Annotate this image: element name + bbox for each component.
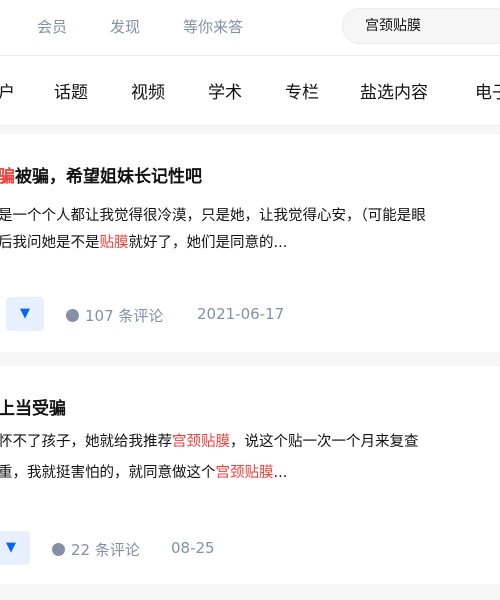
- search-result-card: 上当受骗 怀不了孩子，她就给我推荐宫颈贴膜，说这个贴一次一个月来复查 重，我就挺…: [0, 366, 500, 584]
- tab-users[interactable]: 户: [0, 78, 15, 103]
- tab-ebooks[interactable]: 电子: [475, 78, 500, 103]
- result-excerpt-line[interactable]: 后我问她是不是贴膜就好了，她们是同意的...: [0, 231, 287, 252]
- triangle-down-icon: ▼: [20, 306, 30, 321]
- tab-academic[interactable]: 学术: [208, 78, 242, 103]
- nav-vip[interactable]: 会员: [37, 16, 67, 37]
- comment-icon: [52, 543, 65, 556]
- tab-salt-selection[interactable]: 盐选内容: [360, 78, 428, 103]
- search-type-tabs: 户 话题 视频 学术 专栏 盐选内容 电子: [0, 56, 500, 126]
- comments-link[interactable]: 22 条评论: [52, 539, 140, 560]
- vote-down-button[interactable]: ▼: [6, 297, 44, 331]
- result-title[interactable]: 骗被骗，希望姐妹长记性吧: [0, 162, 202, 187]
- search-result-card: 骗被骗，希望姐妹长记性吧 是一个个人都让我觉得很冷漠，只是她，让我觉得心安，（可…: [0, 134, 500, 352]
- tab-videos[interactable]: 视频: [131, 78, 165, 103]
- result-date: 08-25: [171, 539, 215, 557]
- nav-discover[interactable]: 发现: [110, 16, 140, 37]
- vote-down-button[interactable]: ▼: [0, 531, 30, 565]
- tab-columns[interactable]: 专栏: [285, 78, 319, 103]
- result-excerpt-line[interactable]: 重，我就挺害怕的，就同意做这个宫颈贴膜...: [0, 461, 287, 482]
- comments-link[interactable]: 107 条评论: [66, 305, 163, 326]
- tab-topics[interactable]: 话题: [54, 78, 88, 103]
- search-query: 宫颈贴膜: [365, 18, 421, 34]
- comment-icon: [66, 309, 79, 322]
- top-bar: 会员 发现 等你来答 宫颈贴膜: [0, 0, 500, 56]
- nav-waiting-answers[interactable]: 等你来答: [183, 16, 243, 37]
- result-title[interactable]: 上当受骗: [0, 394, 66, 419]
- result-excerpt-line[interactable]: 怀不了孩子，她就给我推荐宫颈贴膜，说这个贴一次一个月来复查: [0, 430, 419, 451]
- result-date: 2021-06-17: [197, 305, 285, 323]
- search-input[interactable]: 宫颈贴膜: [342, 8, 500, 44]
- triangle-down-icon: ▼: [6, 540, 16, 555]
- result-excerpt-line[interactable]: 是一个个人都让我觉得很冷漠，只是她，让我觉得心安，（可能是眼: [0, 204, 426, 225]
